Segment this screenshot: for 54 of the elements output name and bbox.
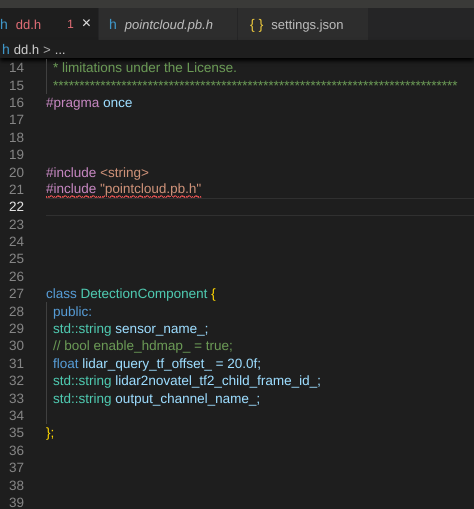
line-number: 15 [8,78,24,93]
code-line: * limitations under the License. [53,60,237,76]
editor-tab[interactable]: { } settings.json [238,8,368,40]
line-number: 34 [8,408,24,423]
line-number: 32 [8,373,24,388]
code-line: std::string output_channel_name_; [53,390,260,406]
file-type-icon: h [0,16,8,32]
line-number: 16 [8,94,24,110]
code-line: #include <string> [46,164,149,180]
tab-label: pointcloud.pb.h [124,16,213,32]
line-number: 25 [8,251,24,266]
code-line: std::string sensor_name_; [53,321,208,336]
line-number: 21 [8,182,24,197]
tab-label: dd.h [16,16,42,32]
line-number: 27 [8,286,24,302]
line-number: 39 [8,494,24,509]
code-line: class DetectionComponent { [46,286,216,302]
close-icon[interactable]: × [82,15,92,33]
editor-tab[interactable]: h pointcloud.pb.h [99,8,237,40]
line-number: 18 [8,130,24,145]
line-number: 37 [8,460,24,476]
line-number: 20 [8,164,24,180]
breadcrumb-item[interactable]: dd.h [14,42,40,56]
code-line: // bool enable_hdmap_ = true; [53,338,233,354]
line-number: 24 [8,234,24,250]
breadcrumb-item[interactable]: ... [54,42,66,56]
line-number: 19 [8,147,24,162]
file-type-icon: h [2,41,10,57]
code-line: std::string lidar2novatel_tf2_child_frame_id_; [53,373,321,388]
code-line: ***************************************************************************** [53,78,458,93]
line-number: 23 [8,216,24,232]
line-number: 30 [8,338,24,354]
line-number: 14 [8,60,24,76]
code-line: }; [46,425,54,440]
line-number: 29 [8,321,24,336]
line-number: 22 [8,199,24,214]
tab-label: settings.json [271,16,344,32]
code-line: #pragma once [46,94,132,110]
code-line: float lidar_query_tf_offset_ = 20.0f; [53,356,262,371]
code-line: #include "pointcloud.pb.h" [46,181,202,198]
line-number: 17 [8,112,24,128]
file-type-icon: h [109,16,117,32]
line-number: 28 [8,304,24,319]
problem-count: 1 [67,17,74,31]
line-number: 35 [8,425,24,440]
file-type-icon: { } [250,16,264,32]
line-number: 36 [8,442,24,458]
line-number: 38 [8,478,24,493]
editor-tab[interactable]: h dd.h 1 × [0,8,98,40]
line-number: 31 [8,356,24,371]
line-number: 26 [8,268,24,284]
code-line: public: [53,304,92,319]
line-number: 33 [8,390,24,406]
chevron-icon: > [43,42,51,56]
